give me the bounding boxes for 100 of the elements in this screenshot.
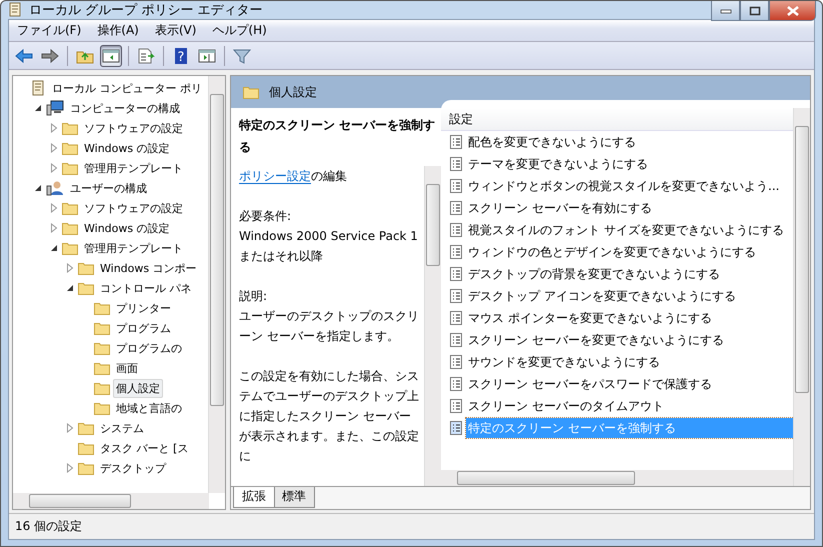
requirements-label: 必要条件: <box>239 208 292 225</box>
tree-item[interactable]: 管理用テンプレート <box>81 158 186 178</box>
section-title: 個人設定 <box>269 84 317 100</box>
collapsed-arrow-icon[interactable] <box>50 143 58 153</box>
tree-item[interactable]: 個人設定 <box>113 378 163 398</box>
user-icon <box>46 180 64 196</box>
policy-title: 特定のスクリーン セーバーを強制する <box>239 117 436 156</box>
tree-item[interactable]: プリンター <box>113 298 174 318</box>
tree-item[interactable]: コンピューターの構成 <box>67 98 183 118</box>
policy-row[interactable]: サウンドを変更できないようにする <box>466 352 662 372</box>
view-tab[interactable]: 標準 <box>273 487 315 508</box>
tree-item[interactable]: タスク バーと [ス <box>97 438 192 458</box>
folder-icon <box>62 241 78 255</box>
tree-item[interactable]: システム <box>97 418 147 438</box>
explanation-label: 説明: <box>239 288 268 305</box>
collapsed-arrow-icon[interactable] <box>66 263 74 273</box>
expanded-arrow-icon[interactable] <box>34 104 42 112</box>
close-icon <box>786 6 800 16</box>
policy-icon <box>449 398 463 414</box>
computer-icon <box>46 100 64 116</box>
maximize-button[interactable] <box>740 1 769 21</box>
tree-item[interactable]: コントロール パネ <box>97 278 194 298</box>
policy-icon <box>449 266 463 282</box>
view-tab[interactable]: 拡張 <box>233 487 275 508</box>
policy-row[interactable]: 視覚スタイルのフォント サイズを変更できないようにする <box>466 220 786 240</box>
menu-item[interactable]: ファイル(F) <box>17 22 82 39</box>
folder-icon <box>78 441 94 455</box>
folder-icon <box>94 321 110 335</box>
policy-row[interactable]: スクリーン セーバーを変更できないようにする <box>466 330 726 350</box>
policy-icon <box>449 332 463 348</box>
tree-item[interactable]: Windows コンポー <box>97 258 200 278</box>
menu-item[interactable]: 表示(V) <box>154 22 196 39</box>
collapsed-arrow-icon[interactable] <box>50 163 58 173</box>
collapsed-arrow-icon[interactable] <box>50 223 58 233</box>
policy-icon <box>449 354 463 370</box>
policy-icon <box>449 288 463 304</box>
policy-row[interactable]: スクリーン セーバーのタイムアウト <box>466 396 666 416</box>
minimize-icon <box>720 8 732 14</box>
policy-icon <box>449 222 463 238</box>
policy-row[interactable]: スクリーン セーバーをパスワードで保護する <box>466 374 714 394</box>
tree-item[interactable]: デスクトップ <box>97 458 169 478</box>
tree-item[interactable]: Windows の設定 <box>81 138 173 158</box>
scroll-icon <box>7 1 23 19</box>
folder-icon <box>78 421 94 435</box>
policy-icon <box>449 244 463 260</box>
collapsed-arrow-icon[interactable] <box>50 123 58 133</box>
tree-item[interactable]: プログラム <box>113 318 174 338</box>
expanded-arrow-icon[interactable] <box>66 284 74 292</box>
tree-item[interactable]: ユーザーの構成 <box>67 178 150 198</box>
policy-row[interactable]: ウィンドウの色とデザインを変更できないようにする <box>466 242 758 262</box>
policy-row[interactable]: スクリーン セーバーを有効にする <box>466 198 654 218</box>
horizontal-scrollbar[interactable] <box>13 493 209 509</box>
tree-item[interactable]: Windows の設定 <box>81 218 173 238</box>
tree-item[interactable]: 管理用テンプレート <box>81 238 186 258</box>
expanded-arrow-icon[interactable] <box>50 244 58 252</box>
close-button[interactable] <box>769 1 816 21</box>
policy-icon <box>449 376 463 392</box>
folder-icon <box>62 201 78 215</box>
folder-icon <box>94 401 110 415</box>
policy-row[interactable]: ウィンドウとボタンの視覚スタイルを変更できないよう... <box>466 176 782 196</box>
menu-item[interactable]: 操作(A) <box>97 22 139 39</box>
status-text: 16 個の設定 <box>15 518 82 535</box>
scroll-icon <box>30 80 46 96</box>
tree-item[interactable]: ソフトウェアの設定 <box>81 198 186 218</box>
tree-item[interactable]: 地域と言語の <box>113 398 185 418</box>
policy-row[interactable]: テーマを変更できないようにする <box>466 154 650 174</box>
policy-row[interactable]: マウス ポインターを変更できないようにする <box>466 308 714 328</box>
folder-icon <box>94 381 110 395</box>
folder-icon <box>62 121 78 135</box>
policy-row[interactable]: デスクトップ アイコンを変更できないようにする <box>466 286 738 306</box>
folder-icon <box>62 221 78 235</box>
folder-icon <box>243 85 259 99</box>
show-tree-icon[interactable] <box>100 44 122 66</box>
vertical-scrollbar[interactable] <box>208 76 225 493</box>
collapsed-arrow-icon[interactable] <box>66 463 74 473</box>
policy-row[interactable]: 配色を変更できないようにする <box>466 132 638 152</box>
folder-icon <box>94 301 110 315</box>
policy-icon <box>449 200 463 216</box>
collapsed-arrow-icon[interactable] <box>50 203 58 213</box>
tree-item[interactable]: ローカル コンピューター ポリ <box>49 78 205 98</box>
menu-item[interactable]: ヘルプ(H) <box>212 22 267 39</box>
policy-icon <box>449 156 463 172</box>
tree-item[interactable]: プログラムの <box>113 338 185 358</box>
policy-row[interactable]: デスクトップの背景を変更できないようにする <box>466 264 722 284</box>
window-title: ローカル グループ ポリシー エディター <box>29 2 262 19</box>
vertical-scrollbar[interactable] <box>793 108 810 486</box>
folder-icon <box>62 161 78 175</box>
tree-item[interactable]: 画面 <box>113 358 141 378</box>
tree-item[interactable]: ソフトウェアの設定 <box>81 118 186 138</box>
folder-icon <box>78 281 94 295</box>
maximize-icon <box>748 6 760 16</box>
minimize-button[interactable] <box>711 1 740 21</box>
policy-icon <box>449 310 463 326</box>
folder-icon <box>78 261 94 275</box>
policy-settings-link[interactable]: ポリシー設定 <box>239 169 311 184</box>
vertical-scrollbar[interactable] <box>424 166 441 486</box>
folder-icon <box>78 461 94 475</box>
horizontal-scrollbar[interactable] <box>441 470 794 486</box>
expanded-arrow-icon[interactable] <box>34 184 42 192</box>
collapsed-arrow-icon[interactable] <box>66 423 74 433</box>
